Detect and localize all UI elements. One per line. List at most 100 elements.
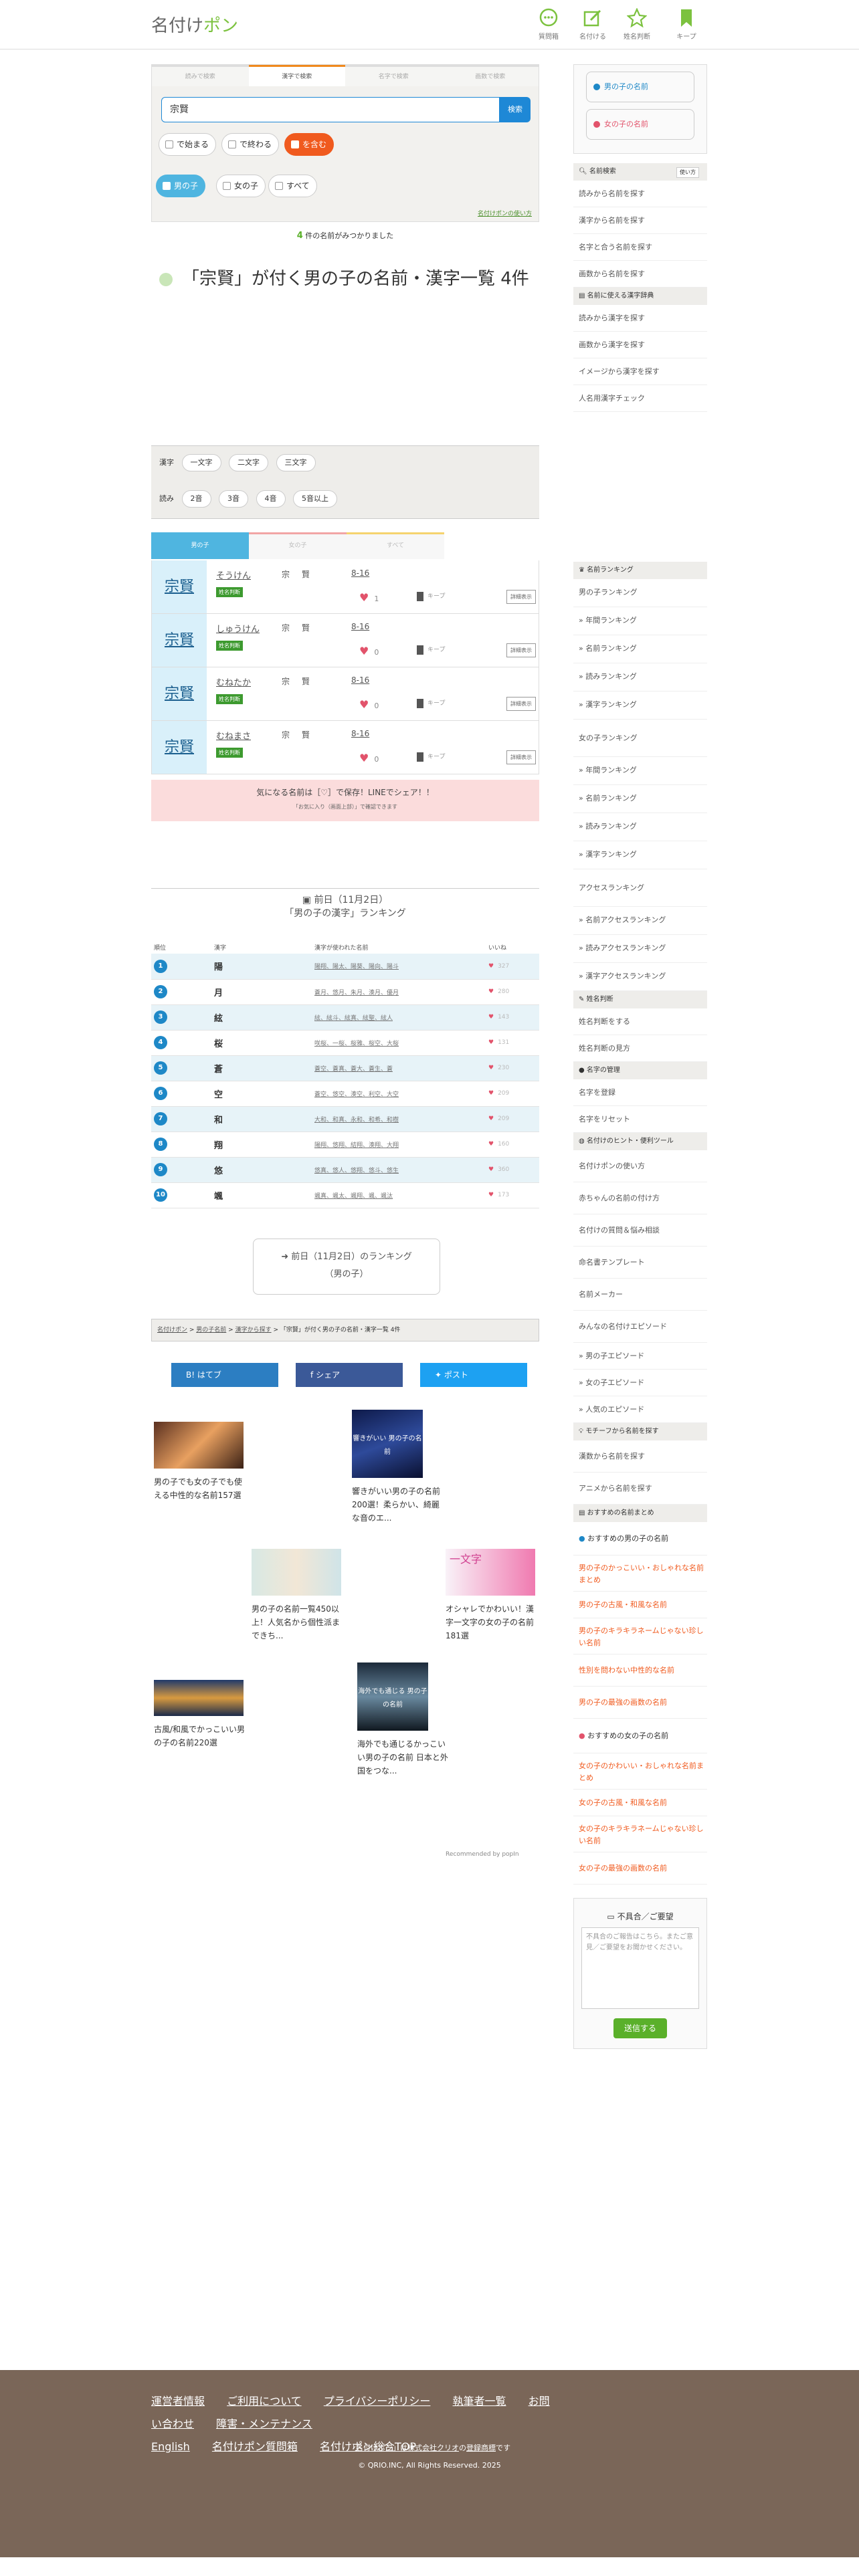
- name-yomi-link[interactable]: むねたか: [216, 675, 251, 688]
- howto-badge[interactable]: 使い方: [676, 167, 699, 178]
- sidebar-link[interactable]: みんなの名付けエピソード: [573, 1311, 707, 1343]
- recommend-article[interactable]: 男の子の名前一覧450以上！人気名から個性派まできち...: [252, 1549, 345, 1642]
- nav-naming[interactable]: 名付ける: [574, 8, 611, 41]
- ranking-kanji-link[interactable]: 月: [214, 988, 223, 998]
- sidebar-link[interactable]: » 女の子エピソード: [573, 1370, 707, 1396]
- sidebar-link[interactable]: アクセスランキング: [573, 869, 707, 907]
- sidebar-link[interactable]: » 人気のエピソード: [573, 1396, 707, 1423]
- sidebar-link[interactable]: » 読みランキング: [573, 663, 707, 691]
- filter-yomi-chip[interactable]: 3音: [219, 490, 248, 508]
- sidebar-link[interactable]: 男の子の最強の画数の名前: [573, 1687, 707, 1719]
- stroke-count-link[interactable]: 8-16: [351, 729, 369, 738]
- sidebar-link[interactable]: » 名前ランキング: [573, 635, 707, 663]
- howto-link[interactable]: 名付けポンの使い方: [478, 209, 532, 217]
- recommend-article[interactable]: 一文字 オシャレでかわいい！漢字一文字の女の子の名前181選: [446, 1549, 539, 1642]
- tab-girl[interactable]: 女の子: [249, 532, 347, 559]
- sidebar-link[interactable]: 女の子の最強の画数の名前: [573, 1852, 707, 1885]
- ranking-names-link[interactable]: 蒼月、悠月、朱月、湊月、優月: [314, 990, 399, 996]
- sidebar-link[interactable]: 男の子の古風・和風な名前: [573, 1592, 707, 1618]
- sidebar-link[interactable]: イメージから漢字を探す: [573, 358, 707, 385]
- ranking-kanji-link[interactable]: 蒼: [214, 1065, 223, 1075]
- sidebar-link[interactable]: 男の子ランキング: [573, 579, 707, 607]
- sidebar-link[interactable]: 男の子のかっこいい・おしゃれな名前まとめ: [573, 1555, 707, 1592]
- tab-search-kanji[interactable]: 漢字で検索: [248, 65, 345, 86]
- gender-all-checkbox[interactable]: すべて: [268, 175, 317, 197]
- sidebar-link[interactable]: 赤ちゃんの名前の付け方: [573, 1182, 707, 1214]
- name-kanji-link[interactable]: 宗賢: [152, 614, 207, 667]
- recommend-article[interactable]: 古風/和風でかっこいい男の子の名前220選: [154, 1680, 248, 1749]
- ranking-names-link[interactable]: 陽翔、悠翔、結翔、湊翔、大翔: [314, 1142, 399, 1149]
- nav-seimei[interactable]: 姓名判断: [618, 8, 656, 41]
- sidebar-link[interactable]: 漢数から名前を探す: [573, 1440, 707, 1473]
- footer-link-terms[interactable]: ご利用について: [227, 2395, 302, 2407]
- breadcrumb-boy-names[interactable]: 男の子名前: [196, 1327, 226, 1333]
- sidebar-link[interactable]: » 年間ランキング: [573, 757, 707, 785]
- sidebar-link[interactable]: 命名書テンプレート: [573, 1247, 707, 1279]
- footer-link-writers[interactable]: 執筆者一覧: [453, 2395, 506, 2407]
- stroke-count-link[interactable]: 8-16: [351, 675, 369, 685]
- detail-button[interactable]: 詳細表示: [506, 750, 536, 764]
- ranking-names-link[interactable]: 颯真、颯太、颯翔、颯、颯汰: [314, 1193, 393, 1200]
- previous-day-ranking-button[interactable]: ➜ 前日（11月2日）のランキング （男の子）: [253, 1239, 440, 1295]
- match-starts-with-checkbox[interactable]: で始まる: [159, 133, 217, 156]
- x-post-button[interactable]: ✦ ポスト: [420, 1363, 527, 1387]
- ranking-names-link[interactable]: 蒼空、蒼真、蒼大、蒼生、蒼: [314, 1066, 393, 1073]
- stroke-count-link[interactable]: 8-16: [351, 568, 369, 578]
- sidebar-link[interactable]: 姓名判断をする: [573, 1008, 707, 1035]
- nav-keep[interactable]: キープ: [668, 8, 705, 41]
- gender-girl-checkbox[interactable]: 女の子: [216, 175, 266, 197]
- search-button[interactable]: 検索: [500, 97, 531, 122]
- sidebar-link[interactable]: » 男の子エピソード: [573, 1343, 707, 1370]
- sidebar-link[interactable]: » 年間ランキング: [573, 607, 707, 635]
- ranking-names-link[interactable]: 大和、和真、永和、和希、和樹: [314, 1117, 399, 1123]
- ranking-kanji-link[interactable]: 桜: [214, 1039, 223, 1049]
- name-yomi-link[interactable]: そうけん: [216, 568, 251, 581]
- name-yomi-link[interactable]: むねまさ: [216, 729, 251, 742]
- sidebar-link[interactable]: 人名用漢字チェック: [573, 385, 707, 412]
- recommend-article[interactable]: 海外でも通じる 男の子の名前 海外でも通じるかっこいい男の子の名前 日本と外国を…: [357, 1662, 451, 1778]
- sidebar-link[interactable]: 画数から漢字を探す: [573, 332, 707, 358]
- sidebar-link[interactable]: 名付けの質問＆悩み相談: [573, 1214, 707, 1247]
- feedback-textarea[interactable]: 不具合のご報告はこちら。またご意見／ご要望をお聞かせください。: [581, 1927, 699, 2009]
- sidebar-link[interactable]: » 読みアクセスランキング: [573, 935, 707, 963]
- ranking-kanji-link[interactable]: 空: [214, 1090, 223, 1100]
- name-kanji-link[interactable]: 宗賢: [152, 667, 207, 720]
- filter-yomi-chip[interactable]: 4音: [256, 490, 286, 508]
- filter-kanji-chip[interactable]: 一文字: [181, 454, 221, 471]
- footer-link-maintenance[interactable]: 障害・メンテナンス: [216, 2418, 312, 2430]
- name-kanji-link[interactable]: 宗賢: [152, 560, 207, 613]
- ranking-names-link[interactable]: 蒼空、悠空、湊空、利空、大空: [314, 1091, 399, 1098]
- like-button[interactable]: ♥ 0: [359, 645, 379, 657]
- seimei-badge[interactable]: 姓名判断: [216, 748, 243, 758]
- like-button[interactable]: ♥ 0: [359, 698, 379, 711]
- keep-button[interactable]: キープ: [417, 698, 445, 708]
- ranking-names-link[interactable]: 悠真、悠人、悠翔、悠斗、悠生: [314, 1168, 399, 1174]
- sidebar-link[interactable]: 女の子のかわいい・おしゃれな名前まとめ: [573, 1753, 707, 1790]
- sidebar-link[interactable]: » 漢字ランキング: [573, 691, 707, 720]
- sidebar-link[interactable]: 名字を登録: [573, 1079, 707, 1106]
- filter-yomi-chip[interactable]: 2音: [181, 490, 211, 508]
- tab-all[interactable]: すべて: [347, 532, 444, 559]
- footer-link-operator[interactable]: 運営者情報: [151, 2395, 205, 2407]
- sidebar-link[interactable]: » 読みランキング: [573, 813, 707, 841]
- company-link[interactable]: 株式会社クリオ: [407, 2444, 459, 2452]
- sidebar-link[interactable]: 女の子ランキング: [573, 720, 707, 757]
- sidebar-boy-names-button[interactable]: 男の子の名前: [586, 72, 694, 102]
- sidebar-link[interactable]: 読みから漢字を探す: [573, 305, 707, 332]
- sidebar-link[interactable]: 名前メーカー: [573, 1279, 707, 1311]
- seimei-badge[interactable]: 姓名判断: [216, 694, 243, 704]
- tab-search-myoji[interactable]: 名字で検索: [345, 65, 442, 86]
- tab-search-kakusu[interactable]: 画数で検索: [442, 65, 539, 86]
- ranking-kanji-link[interactable]: 翔: [214, 1141, 223, 1151]
- recommend-article[interactable]: 男の子でも女の子でも使える中性的な名前157選: [154, 1422, 248, 1502]
- sidebar-link[interactable]: 女の子のキラキラネームじゃない珍しい名前: [573, 1816, 707, 1852]
- sidebar-link[interactable]: » 名前ランキング: [573, 785, 707, 813]
- facebook-share-button[interactable]: f シェア: [296, 1363, 403, 1387]
- ranking-kanji-link[interactable]: 絃: [214, 1014, 223, 1024]
- breadcrumb-kanji-search[interactable]: 漢字から探す: [235, 1327, 272, 1333]
- search-input[interactable]: 宗賢: [161, 97, 500, 122]
- tab-boy[interactable]: 男の子: [151, 532, 249, 559]
- recommend-article[interactable]: 響きがいい 男の子の名前 響きがいい男の子の名前200選！柔らかい、綺麗な音のエ…: [352, 1410, 446, 1525]
- ranking-kanji-link[interactable]: 颯: [214, 1192, 223, 1202]
- name-kanji-link[interactable]: 宗賢: [152, 721, 207, 774]
